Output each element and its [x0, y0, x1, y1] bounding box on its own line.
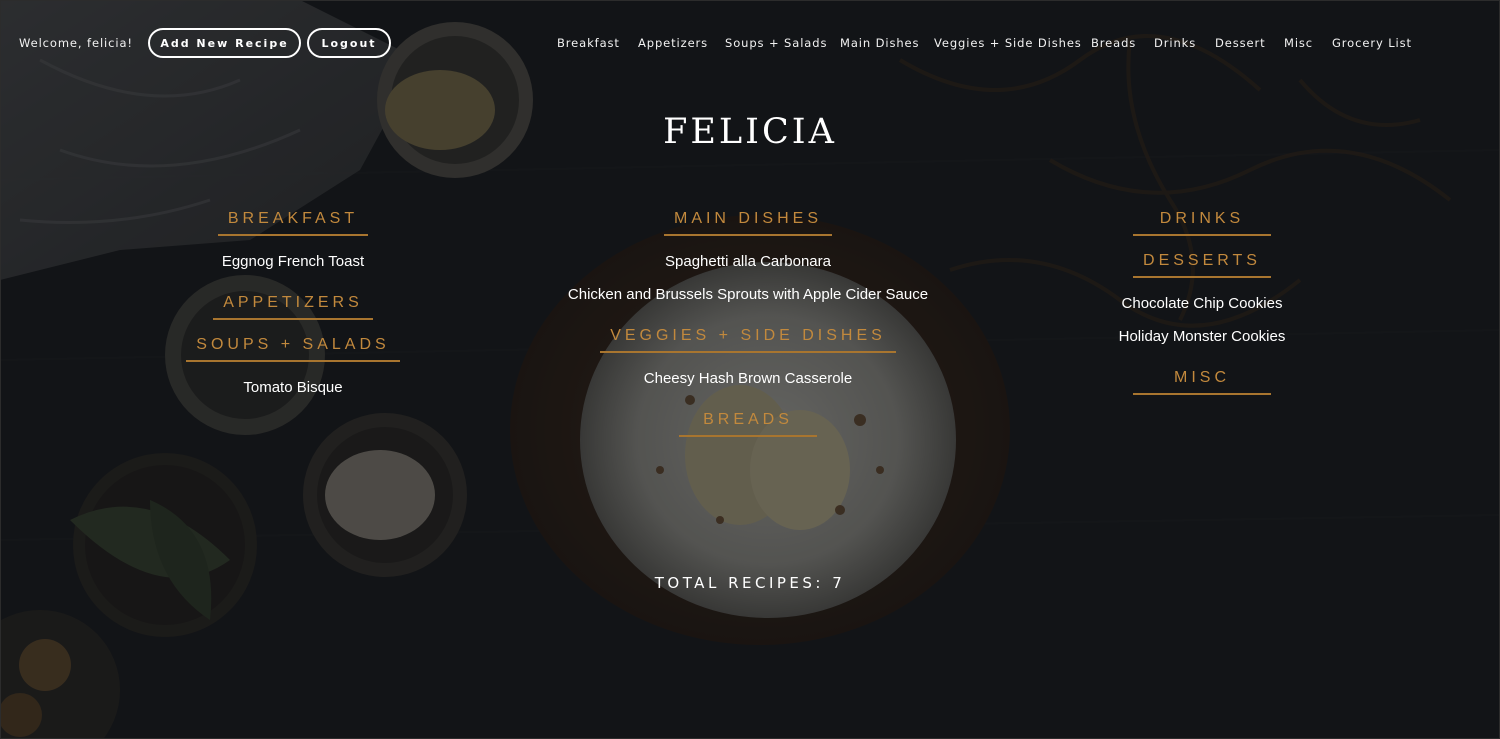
category-veggies-side-dishes: VEGGIES + SIDE DISHES Cheesy Hash Brown …: [538, 325, 958, 395]
category-heading-veggies-side-dishes[interactable]: VEGGIES + SIDE DISHES: [600, 327, 896, 353]
category-heading-breakfast[interactable]: BREAKFAST: [217, 210, 369, 236]
recipe-link[interactable]: Tomato Bisque: [83, 371, 503, 404]
page-title: FELICIA: [663, 112, 837, 152]
recipe-list: Tomato Bisque: [83, 371, 503, 404]
category-main-dishes: MAIN DISHES Spaghetti alla Carbonara Chi…: [538, 208, 958, 311]
recipe-link[interactable]: Chicken and Brussels Sprouts with Apple …: [538, 278, 958, 311]
category-heading-misc[interactable]: MISC: [1133, 369, 1271, 395]
category-heading-breads[interactable]: BREADS: [679, 411, 817, 437]
category-breads: BREADS: [538, 409, 958, 437]
category-column-right: DRINKS DESSERTS Chocolate Chip Cookies H…: [992, 208, 1412, 409]
category-appetizers: APPETIZERS: [83, 292, 503, 320]
category-heading-soups-salads[interactable]: SOUPS + SALADS: [186, 336, 400, 362]
category-breakfast: BREAKFAST Eggnog French Toast: [83, 208, 503, 278]
category-heading-main-dishes[interactable]: MAIN DISHES: [663, 210, 832, 236]
category-misc: MISC: [992, 367, 1412, 395]
recipe-list: Spaghetti alla Carbonara Chicken and Bru…: [538, 245, 958, 311]
recipe-link[interactable]: Chocolate Chip Cookies: [992, 287, 1412, 320]
category-heading-appetizers[interactable]: APPETIZERS: [213, 294, 373, 320]
recipe-list: Eggnog French Toast: [83, 245, 503, 278]
category-soups-salads: SOUPS + SALADS Tomato Bisque: [83, 334, 503, 404]
category-heading-desserts[interactable]: DESSERTS: [1133, 252, 1271, 278]
category-drinks: DRINKS: [992, 208, 1412, 236]
category-heading-drinks[interactable]: DRINKS: [1133, 210, 1271, 236]
recipe-link[interactable]: Cheesy Hash Brown Casserole: [538, 362, 958, 395]
total-recipes-count: TOTAL RECIPES: 7: [654, 574, 846, 592]
recipe-link[interactable]: Eggnog French Toast: [83, 245, 503, 278]
recipe-list: Cheesy Hash Brown Casserole: [538, 362, 958, 395]
category-desserts: DESSERTS Chocolate Chip Cookies Holiday …: [992, 250, 1412, 353]
recipe-list: Chocolate Chip Cookies Holiday Monster C…: [992, 287, 1412, 353]
recipe-overview: FELICIA BREAKFAST Eggnog French Toast AP…: [0, 0, 1500, 739]
recipe-link[interactable]: Holiday Monster Cookies: [992, 320, 1412, 353]
category-column-left: BREAKFAST Eggnog French Toast APPETIZERS…: [83, 208, 503, 418]
recipe-link[interactable]: Spaghetti alla Carbonara: [538, 245, 958, 278]
category-column-center: MAIN DISHES Spaghetti alla Carbonara Chi…: [538, 208, 958, 451]
